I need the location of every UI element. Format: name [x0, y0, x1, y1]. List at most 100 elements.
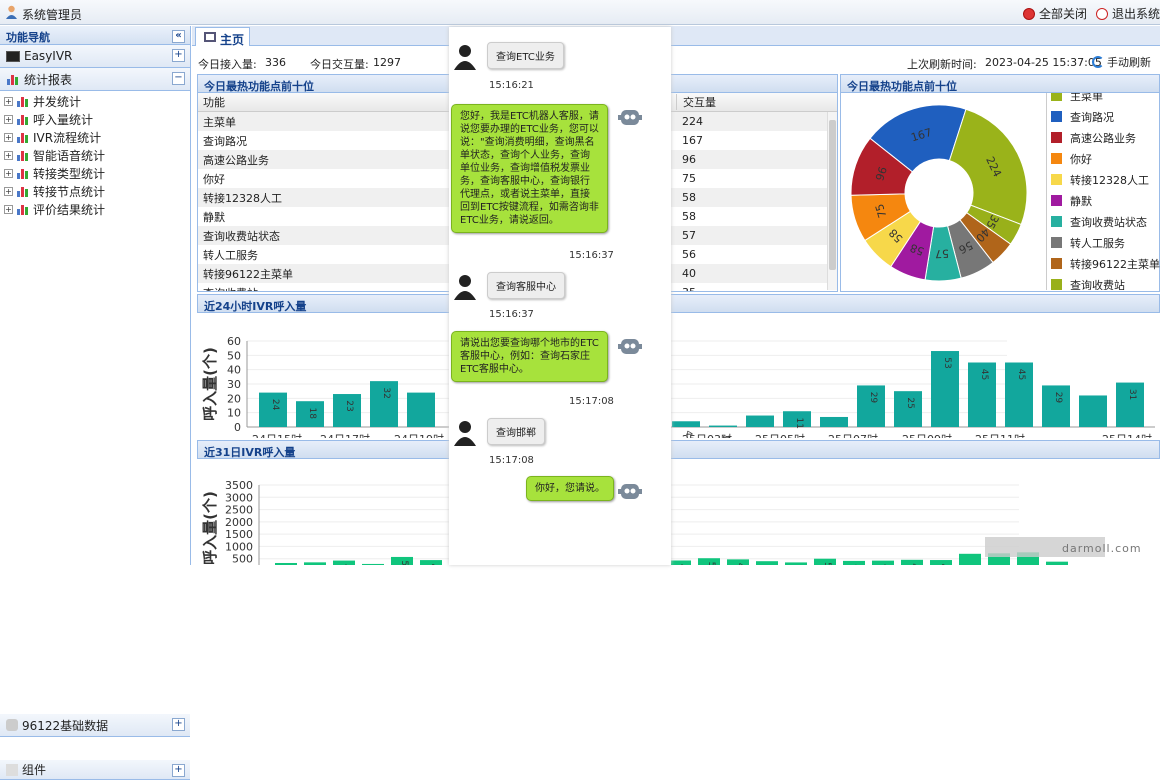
tree-item-label: IVR流程统计 — [33, 129, 101, 146]
expand-node-icon[interactable]: + — [4, 169, 13, 178]
grid-scrollbar[interactable] — [827, 112, 837, 290]
bar-label: 32 — [381, 387, 391, 398]
legend-item[interactable]: 主菜单 — [1047, 93, 1160, 106]
tree-item[interactable]: +转接节点统计 — [0, 182, 190, 200]
robot-icon — [618, 480, 642, 502]
legend-item[interactable]: 查询路况 — [1047, 106, 1160, 127]
legend-item[interactable]: 转接96122主菜单 — [1047, 253, 1160, 274]
tree-item[interactable]: + 呼入量统计 — [0, 110, 190, 128]
tree-item[interactable]: + 智能语音统计 — [0, 146, 190, 164]
y-axis-label: 呼入量(个) — [201, 491, 219, 565]
bar — [709, 426, 737, 427]
bar-label: 53 — [942, 357, 952, 368]
y-tick-label: 2500 — [225, 504, 253, 517]
cell-count: 57 — [676, 229, 821, 242]
chat-window: 查询ETC业务 15:16:21 您好，我是ETC机器人客服，请说您要办理的ET… — [449, 27, 671, 565]
legend-item[interactable]: 查询收费站状态 — [1047, 211, 1160, 232]
expand-node-icon[interactable]: + — [4, 115, 13, 124]
monitor-icon — [204, 32, 216, 42]
legend-item[interactable]: 高速公路业务 — [1047, 127, 1160, 148]
tree-item[interactable]: + 转接类型统计 — [0, 164, 190, 182]
y-tick-label: 1000 — [225, 540, 253, 553]
bar — [746, 416, 774, 427]
cell-count: 58 — [676, 191, 821, 204]
tree-item-label: 转接类型统计 — [33, 165, 105, 182]
pie-panel: 今日最热功能点前十位 1672243540565758587596 主菜单查询路… — [840, 74, 1160, 292]
refresh-label: 上次刷新时间: — [907, 56, 977, 72]
bar-label: 25 — [905, 397, 915, 408]
tab-home[interactable]: 主页 — [195, 27, 250, 46]
accordion-components[interactable]: 组件+ — [0, 760, 190, 780]
y-tick-label: 2000 — [225, 516, 253, 529]
expand-node-icon[interactable]: + — [4, 133, 13, 142]
tree-item[interactable]: + 评价结果统计 — [0, 200, 190, 218]
legend-swatch — [1051, 258, 1062, 269]
accordion-reports[interactable]: 统计报表− — [0, 68, 190, 91]
expand-node-icon[interactable]: + — [4, 151, 13, 160]
y-tick-label: 60 — [227, 335, 241, 348]
legend-item[interactable]: 静默 — [1047, 190, 1160, 211]
accordion-easyivr[interactable]: EasyIVR+ — [0, 45, 190, 68]
user-message: 查询邯郸 — [487, 418, 545, 445]
bar-chart-icon — [16, 203, 30, 215]
cell-count: 35 — [676, 286, 821, 292]
legend-item[interactable]: 转人工服务 — [1047, 232, 1160, 253]
x-tick-label: 25日05时 — [755, 433, 805, 438]
accordion-basic-data[interactable]: 96122基础数据+ — [0, 714, 190, 737]
cell-count: 58 — [676, 210, 821, 223]
legend-label: 你好 — [1070, 151, 1092, 167]
tree-item[interactable]: +并发统计 — [0, 92, 190, 110]
refresh-icon — [1092, 56, 1104, 68]
tree-item-label: 评价结果统计 — [33, 201, 105, 218]
component-icon — [6, 764, 18, 776]
col-count[interactable]: 交互量 — [676, 94, 821, 110]
pie-label: 57 — [935, 247, 950, 261]
person-icon — [454, 274, 476, 300]
pie-panel-title: 今日最热功能点前十位 — [840, 74, 1160, 93]
tab-bar: 主页 — [192, 26, 1160, 46]
y-tick-label: 500 — [232, 553, 253, 565]
bar-label: 31 — [1127, 389, 1137, 400]
bar-chart-icon — [6, 73, 20, 85]
y-axis-label: 呼入量(个) — [201, 347, 219, 421]
main-area: 主页 今日接入量: 336 今日交互量: 1297 上次刷新时间: 2023-0… — [192, 26, 1160, 565]
expand-node-icon[interactable]: + — [4, 97, 13, 106]
expand-icon[interactable]: + — [172, 49, 185, 62]
close-all-icon — [1023, 8, 1035, 20]
terminal-icon — [6, 51, 20, 62]
legend-item[interactable]: 查询收费站 — [1047, 274, 1160, 290]
collapse-icon[interactable]: − — [172, 72, 185, 85]
robot-icon — [618, 335, 642, 357]
collapse-sidebar-button[interactable]: « — [172, 30, 185, 43]
sidebar: 功能导航« EasyIVR+ 统计报表− +并发统计+呼入量统计+IVR流程统计… — [0, 26, 191, 565]
y-tick-label: 1500 — [225, 528, 253, 541]
bar-label: 23 — [344, 400, 354, 411]
legend-swatch — [1051, 111, 1062, 122]
scroll-thumb[interactable] — [829, 120, 836, 270]
close-all-button[interactable]: 全部关闭 — [1023, 5, 1087, 22]
bar — [959, 554, 981, 565]
legend-swatch — [1051, 216, 1062, 227]
bar-label: 45 — [1016, 369, 1026, 380]
expand-node-icon[interactable]: + — [4, 205, 13, 214]
logout-button[interactable]: 退出系统 — [1096, 5, 1160, 22]
bar-chart-icon — [16, 167, 30, 179]
tree-item-label: 智能语音统计 — [33, 147, 105, 164]
user-message: 查询客服中心 — [487, 272, 565, 299]
legend-swatch — [1051, 237, 1062, 248]
tree-item[interactable]: + IVR流程统计 — [0, 128, 190, 146]
expand-icon[interactable]: + — [172, 764, 185, 777]
legend-label: 转接96122主菜单 — [1070, 256, 1160, 272]
hourly-title: 近24小时IVR呼入量 — [197, 294, 1160, 313]
expand-icon[interactable]: + — [172, 718, 185, 731]
user-name: 系统管理员 — [22, 6, 82, 23]
bar-chart-icon — [16, 131, 30, 143]
y-tick-label: 3000 — [225, 491, 253, 504]
x-tick-label: 24日15时 — [252, 433, 302, 438]
legend-item[interactable]: 转接12328人工 — [1047, 169, 1160, 190]
tree-item-label: 呼入量统计 — [33, 111, 93, 128]
sidebar-header: 功能导航« — [0, 26, 190, 45]
expand-node-icon[interactable]: + — [4, 187, 13, 196]
legend-item[interactable]: 你好 — [1047, 148, 1160, 169]
manual-refresh-button[interactable]: 手动刷新 — [1092, 54, 1151, 70]
